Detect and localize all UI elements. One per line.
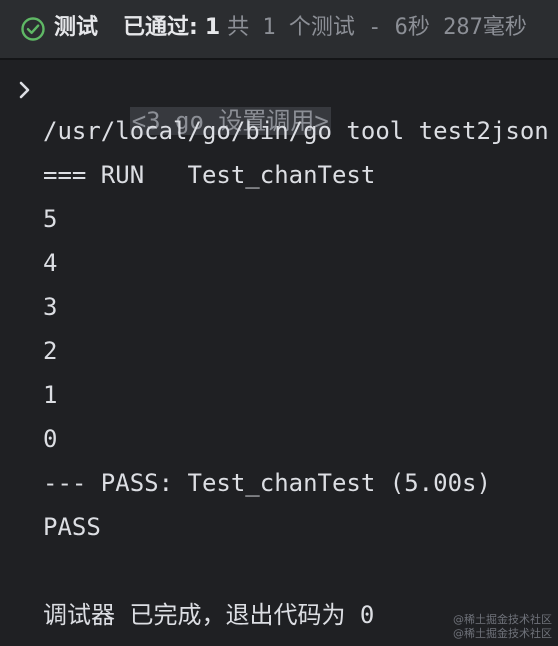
watermark: @稀土掘金技术社区 [453,627,552,640]
console-line: 1 [43,381,58,409]
watermark: @稀土掘金技术社区 [453,613,552,626]
console-line: 0 [43,425,58,453]
run-tool-window: 测试 已通过: 1 共 1 个测试 - 6秒 287毫秒 <3 go 设置调用>… [0,0,558,646]
console-output[interactable]: <3 go 设置调用> /usr/local/go/bin/go tool te… [0,60,558,646]
console-line: --- PASS: Test_chanTest (5.00s) [43,469,491,497]
test-status-bar: 测试 已通过: 1 共 1 个测试 - 6秒 287毫秒 [0,0,558,58]
console-line: PASS [43,513,101,541]
status-details: 共 1 个测试 - 6秒 287毫秒 [227,15,527,40]
status-passed-label: 已通过: [123,15,198,40]
console-line: 5 [43,205,58,233]
console-line: === RUN Test_chanTest [43,161,376,189]
console-line: 2 [43,337,58,365]
chevron-right-icon[interactable] [18,80,32,100]
status-summary: 测试 已通过: 1 共 1 个测试 - 6秒 287毫秒 [54,12,527,44]
console-line: /usr/local/go/bin/go tool test2json [43,117,549,145]
status-passed-count: 1 [204,15,221,40]
console-exit-line: 调试器 已完成，退出代码为 0 [43,601,375,629]
status-title: 测试 [54,15,99,40]
check-circle-icon [21,17,45,41]
console-line: 4 [43,249,58,277]
console-line: 3 [43,293,58,321]
